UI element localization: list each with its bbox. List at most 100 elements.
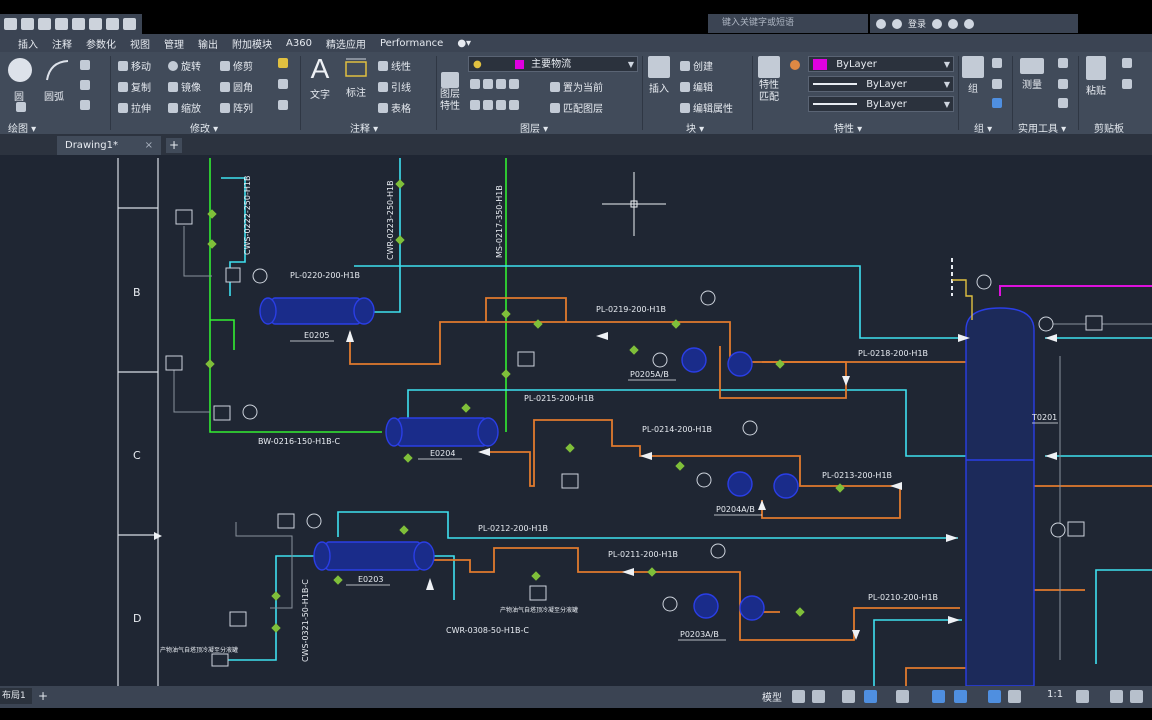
group-tool-1[interactable] [992, 58, 1002, 68]
annotation-scale[interactable]: 1:1 [1047, 689, 1063, 700]
tab-insert[interactable]: 插入 [0, 36, 45, 51]
customize-icon[interactable] [1130, 690, 1143, 703]
cut-button[interactable] [1122, 58, 1132, 68]
tab-featured-apps[interactable]: 精选应用 [319, 36, 373, 51]
login-area[interactable]: 登录 [870, 14, 1078, 33]
binoculars-icon[interactable] [876, 18, 886, 29]
autodesk-app-icon[interactable] [948, 18, 959, 29]
help-icon[interactable] [964, 18, 975, 29]
auto-scale-icon[interactable] [1008, 690, 1021, 703]
copy-button[interactable]: 复制 [118, 79, 151, 94]
save-icon[interactable] [38, 18, 51, 30]
circle-label[interactable]: 圆 [14, 88, 24, 103]
snap-icon[interactable] [812, 690, 825, 703]
mirror-button[interactable]: 镜像 [168, 79, 201, 94]
tab-output[interactable]: 输出 [191, 36, 225, 51]
drawing-canvas[interactable]: B C D CWS-0222-250-H1B CWR-0223-250-H1B … [0, 155, 1152, 686]
layer-tools-row1[interactable] [470, 79, 519, 89]
table-button[interactable]: 表格 [378, 100, 411, 115]
dimension-button[interactable]: 标注 [343, 56, 369, 99]
plus-icon[interactable] [1110, 690, 1123, 703]
search-input[interactable]: 键入关键字或短语 [708, 14, 868, 33]
object-snap-tracking-icon[interactable] [932, 690, 945, 703]
ortho-icon[interactable] [842, 690, 855, 703]
modify-extra-3[interactable] [278, 100, 288, 110]
ribbon-toggle-icon[interactable]: ●▾ [450, 38, 478, 49]
tab-layout1[interactable]: 布局1 [0, 688, 32, 704]
text-button[interactable]: A 文字 [310, 54, 330, 102]
grid-icon[interactable] [792, 690, 805, 703]
group-tool-2[interactable] [992, 79, 1002, 89]
workspace-gear-icon[interactable] [1076, 690, 1089, 703]
fillet-button[interactable]: 圆角 [220, 79, 253, 94]
color-dropdown[interactable]: ByLayer ▼ [808, 56, 954, 72]
panel-title-modify[interactable]: 修改 ▾ [190, 120, 218, 135]
panel-title-draw[interactable]: 绘图 ▾ [8, 120, 36, 135]
linetype-dropdown[interactable]: ByLayer ▼ [808, 76, 954, 92]
stretch-button[interactable]: 拉伸 [118, 100, 151, 115]
model-space-toggle[interactable]: 模型 [762, 689, 782, 704]
trim-button[interactable]: 修剪 [220, 58, 253, 73]
scale-button[interactable]: 缩放 [168, 100, 201, 115]
draw-tool-1[interactable] [80, 60, 90, 70]
linear-button[interactable]: 线性 [378, 58, 411, 73]
measure-button[interactable]: 测量 [1020, 58, 1044, 91]
properties-color-wheel[interactable] [790, 60, 800, 70]
redo-icon[interactable] [106, 18, 119, 30]
utility-tool-1[interactable] [1058, 58, 1068, 68]
panel-title-utilities[interactable]: 实用工具 ▾ [1018, 120, 1066, 135]
match-layer-button[interactable]: 匹配图层 [550, 100, 603, 115]
set-current-button[interactable]: 置为当前 [550, 79, 603, 94]
paste-button[interactable]: 粘贴 [1086, 56, 1106, 97]
close-tab-icon[interactable]: × [145, 136, 153, 155]
lineweight-dropdown[interactable]: ByLayer ▼ [808, 96, 954, 112]
tab-a360[interactable]: A360 [279, 38, 319, 49]
tab-manage[interactable]: 管理 [157, 36, 191, 51]
layer-dropdown[interactable]: ● 主要物流 ▼ [468, 56, 638, 72]
new-file-icon[interactable] [4, 18, 17, 30]
object-snap-icon[interactable] [954, 690, 967, 703]
customize-qat-icon[interactable] [123, 18, 136, 30]
tab-drawing1[interactable]: Drawing1* × [57, 136, 161, 155]
group-tool-3[interactable] [992, 98, 1002, 108]
create-block-button[interactable]: 创建 [680, 58, 713, 73]
draw-tool-2[interactable] [80, 80, 90, 90]
rotate-button[interactable]: 旋转 [168, 58, 201, 73]
panel-title-groups[interactable]: 组 ▾ [974, 120, 992, 135]
panel-title-annotation[interactable]: 注释 ▾ [350, 120, 378, 135]
array-button[interactable]: 阵列 [220, 100, 253, 115]
utility-tool-3[interactable] [1058, 98, 1068, 108]
group-button[interactable]: 组 [962, 56, 984, 95]
draw-tool-3[interactable] [80, 100, 90, 110]
print-icon[interactable] [72, 18, 85, 30]
modify-extra-1[interactable] [278, 58, 288, 68]
utility-tool-2[interactable] [1058, 79, 1068, 89]
arc-label[interactable]: 圆弧 [44, 88, 64, 103]
isodraft-icon[interactable] [896, 690, 909, 703]
annotation-visibility-icon[interactable] [988, 690, 1001, 703]
panel-title-clipboard[interactable]: 剪贴板 [1094, 120, 1124, 135]
layer-tools-row2[interactable] [470, 100, 519, 110]
move-button[interactable]: 移动 [118, 58, 151, 73]
leader-button[interactable]: 引线 [378, 79, 411, 94]
add-layout-button[interactable]: + [36, 688, 50, 704]
copy-clip-button[interactable] [1122, 79, 1132, 89]
modify-extra-2[interactable] [278, 79, 288, 89]
panel-title-block[interactable]: 块 ▾ [686, 120, 704, 135]
tab-addins[interactable]: 附加模块 [225, 36, 279, 51]
save-as-icon[interactable] [55, 18, 68, 30]
match-properties-button[interactable]: 特性匹配 [758, 56, 780, 104]
edit-attributes-button[interactable]: 编辑属性 [680, 100, 733, 115]
edit-block-button[interactable]: 编辑 [680, 79, 713, 94]
tab-annotate[interactable]: 注释 [45, 36, 79, 51]
arc-button[interactable] [44, 58, 70, 82]
tab-parametric[interactable]: 参数化 [79, 36, 123, 51]
heat-exchanger-e0204[interactable] [385, 417, 499, 447]
tab-view[interactable]: 视图 [123, 36, 157, 51]
circle-button[interactable] [8, 58, 32, 82]
undo-icon[interactable] [89, 18, 102, 30]
new-tab-button[interactable]: + [166, 138, 182, 153]
user-icon[interactable] [892, 18, 902, 29]
login-label[interactable]: 登录 [908, 17, 926, 30]
panel-title-properties[interactable]: 特性 ▾ [834, 120, 862, 135]
